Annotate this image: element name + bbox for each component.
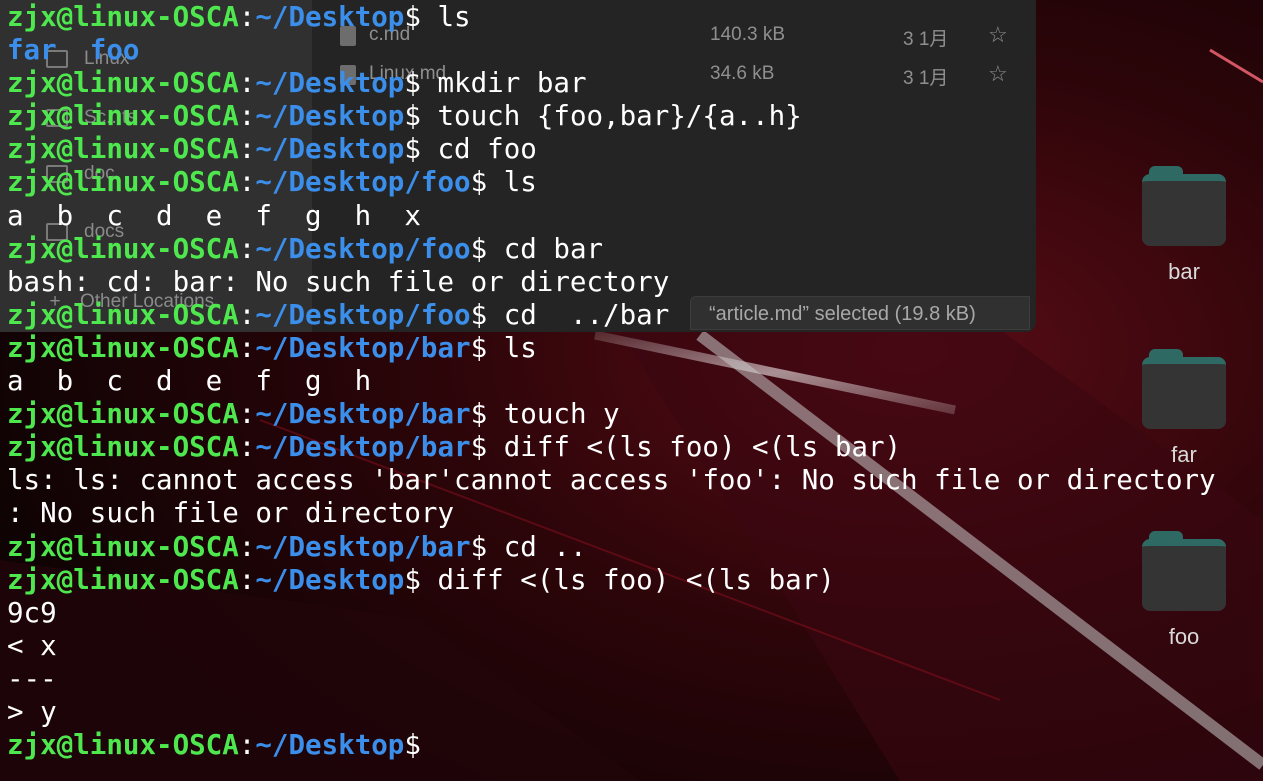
terminal-prompt-line: zjx@linux-OSCA:~/Desktop/bar$ cd .. <box>7 531 1216 564</box>
terminal-output-line: > y <box>7 696 1216 729</box>
command-text: cd ../bar <box>487 298 670 331</box>
terminal-output-line: a b c d e f g h <box>7 365 1216 398</box>
prompt-dollar: $ <box>404 67 421 100</box>
prompt-separator: : <box>238 1 256 33</box>
prompt-dollar: $ <box>404 100 421 133</box>
prompt-user: zjx@linux-OSCA <box>7 431 239 464</box>
prompt-separator: : <box>238 166 256 199</box>
command-output: > y <box>7 695 57 728</box>
terminal-output-line: ls: ls: cannot access 'bar'cannot access… <box>7 464 1216 497</box>
command-text: ls <box>420 1 471 33</box>
prompt-user: zjx@linux-OSCA <box>7 298 239 331</box>
prompt-separator: : <box>238 729 256 762</box>
command-text: ls <box>487 331 537 364</box>
command-output: a b c d e f g h x <box>7 199 421 232</box>
terminal-prompt-line: zjx@linux-OSCA:~/Desktop$ diff <(ls foo)… <box>7 564 1216 597</box>
prompt-separator: : <box>238 331 256 364</box>
terminal-prompt-line: zjx@linux-OSCA:~/Desktop/foo$ cd bar <box>7 233 1216 266</box>
prompt-path: ~/Desktop/bar <box>255 530 471 563</box>
terminal-prompt-line: zjx@linux-OSCA:~/Desktop/foo$ cd ../bar <box>7 299 1216 332</box>
prompt-user: zjx@linux-OSCA <box>7 100 239 133</box>
terminal-output-line: a b c d e f g h x <box>7 200 1216 233</box>
prompt-user: zjx@linux-OSCA <box>7 166 239 199</box>
terminal-prompt-line: zjx@linux-OSCA:~/Desktop$ cd foo <box>7 133 1216 166</box>
prompt-path: ~/Desktop <box>255 67 405 100</box>
prompt-separator: : <box>238 100 256 133</box>
prompt-dollar: $ <box>470 298 488 331</box>
terminal-prompt-line: zjx@linux-OSCA:~/Desktop$ touch {foo,bar… <box>7 100 1216 133</box>
prompt-path: ~/Desktop <box>255 563 405 596</box>
prompt-user: zjx@linux-OSCA <box>7 1 239 33</box>
prompt-path: ~/Desktop/bar <box>255 398 471 431</box>
prompt-dollar: $ <box>404 133 421 166</box>
command-output: : No such file or directory <box>7 497 455 530</box>
prompt-user: zjx@linux-OSCA <box>7 563 239 596</box>
prompt-path: ~/Desktop <box>255 100 405 133</box>
prompt-separator: : <box>238 133 256 166</box>
command-text: mkdir bar <box>420 67 587 100</box>
terminal-prompt-line: zjx@linux-OSCA:~/Desktop/bar$ touch y <box>7 398 1216 431</box>
directory-listing: far foo <box>7 34 140 67</box>
terminal-output-line: bash: cd: bar: No such file or directory <box>7 266 1216 299</box>
command-output: ls: ls: cannot access 'bar'cannot access… <box>7 464 1216 497</box>
prompt-dollar: $ <box>470 431 488 464</box>
prompt-dollar: $ <box>470 166 488 199</box>
prompt-path: ~/Desktop/bar <box>255 331 471 364</box>
command-text: ls <box>487 166 537 199</box>
prompt-path: ~/Desktop/foo <box>255 166 471 199</box>
prompt-dollar: $ <box>470 398 488 431</box>
command-output: < x <box>7 629 57 662</box>
prompt-user: zjx@linux-OSCA <box>7 331 239 364</box>
prompt-dollar: $ <box>404 729 421 762</box>
command-output: bash: cd: bar: No such file or directory <box>7 265 670 298</box>
prompt-path: ~/Desktop/bar <box>255 431 471 464</box>
prompt-separator: : <box>238 563 256 596</box>
prompt-path: ~/Desktop <box>255 133 405 166</box>
command-output: --- <box>7 662 57 695</box>
prompt-dollar: $ <box>470 232 488 265</box>
prompt-dollar: $ <box>470 331 488 364</box>
command-text: touch {foo,bar}/{a..h} <box>420 100 802 133</box>
prompt-user: zjx@linux-OSCA <box>7 232 239 265</box>
command-text: diff <(ls foo) <(ls bar) <box>420 563 835 596</box>
prompt-user: zjx@linux-OSCA <box>7 133 239 166</box>
terminal-prompt-line: zjx@linux-OSCA:~/Desktop$ mkdir bar <box>7 67 1216 100</box>
command-text: cd bar <box>487 232 604 265</box>
prompt-user: zjx@linux-OSCA <box>7 398 239 431</box>
command-output: 9c9 <box>7 596 57 629</box>
terminal-prompt-line: zjx@linux-OSCA:~/Desktop$ <box>7 729 1216 762</box>
command-text: cd .. <box>487 530 587 563</box>
prompt-dollar: $ <box>404 563 421 596</box>
prompt-path: ~/Desktop/foo <box>255 232 471 265</box>
prompt-user: zjx@linux-OSCA <box>7 530 239 563</box>
command-text: touch y <box>487 398 620 431</box>
terminal-output[interactable]: zjx@linux-OSCA:~/Desktop$ ls far foo zjx@l… <box>7 1 1216 762</box>
prompt-separator: : <box>238 67 256 100</box>
command-output: a b c d e f g h <box>7 365 372 398</box>
terminal-output-line: --- <box>7 663 1216 696</box>
prompt-separator: : <box>238 232 256 265</box>
terminal-output-line: < x <box>7 630 1216 663</box>
prompt-path: ~/Desktop <box>255 1 405 33</box>
prompt-separator: : <box>238 298 256 331</box>
prompt-user: zjx@linux-OSCA <box>7 67 239 100</box>
terminal-prompt-line: zjx@linux-OSCA:~/Desktop/bar$ ls <box>7 332 1216 365</box>
prompt-path: ~/Desktop <box>255 729 405 762</box>
prompt-separator: : <box>238 398 256 431</box>
prompt-user: zjx@linux-OSCA <box>7 729 239 762</box>
terminal-prompt-line: zjx@linux-OSCA:~/Desktop$ ls <box>7 1 1216 34</box>
terminal-output-line: : No such file or directory <box>7 497 1216 530</box>
prompt-separator: : <box>238 530 256 563</box>
command-text: cd foo <box>420 133 537 166</box>
terminal-prompt-line: zjx@linux-OSCA:~/Desktop/bar$ diff <(ls … <box>7 431 1216 464</box>
terminal-prompt-line: zjx@linux-OSCA:~/Desktop/foo$ ls <box>7 166 1216 199</box>
prompt-path: ~/Desktop/foo <box>255 298 471 331</box>
terminal-output-line: 9c9 <box>7 597 1216 630</box>
terminal-output-line: far foo <box>7 34 1216 67</box>
prompt-dollar: $ <box>470 530 488 563</box>
command-text: diff <(ls foo) <(ls bar) <box>487 431 902 464</box>
prompt-separator: : <box>238 431 256 464</box>
prompt-dollar: $ <box>404 1 421 33</box>
